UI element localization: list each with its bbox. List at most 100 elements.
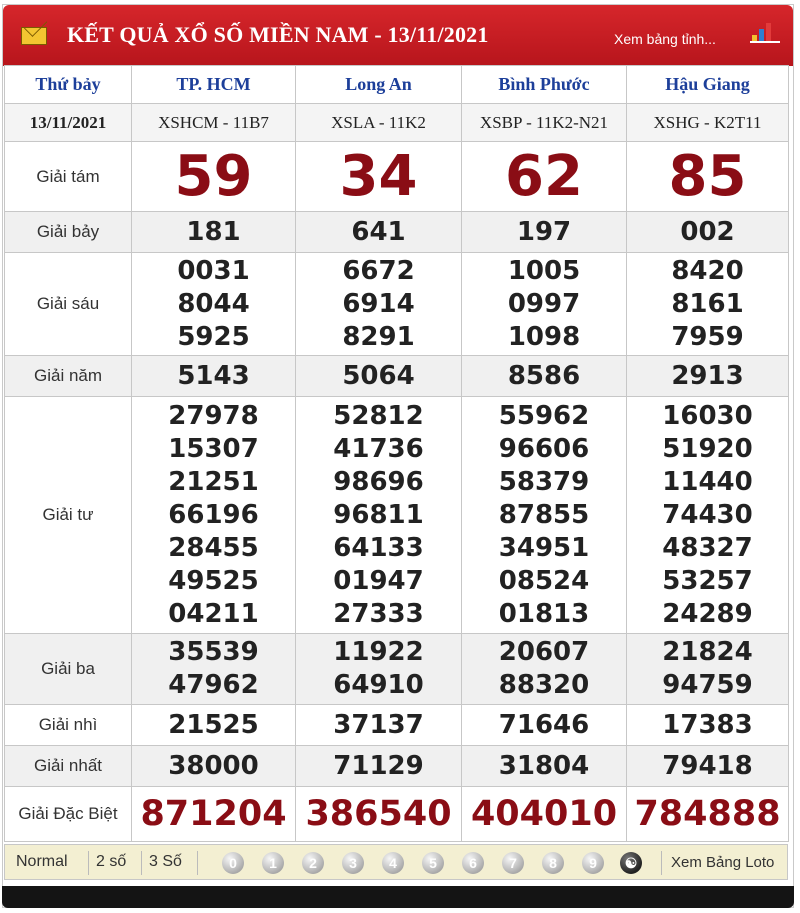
prize-number: 53257 — [662, 565, 753, 596]
prize-number: 5925 — [177, 321, 250, 352]
prize-number: 71646 — [461, 704, 627, 746]
bar-chart-icon[interactable] — [750, 23, 780, 43]
prize-number: 01947 — [333, 565, 424, 596]
divider — [141, 851, 142, 875]
two-digit-option[interactable]: 2 số — [96, 853, 126, 871]
province-code: XSLA - 11K2 — [295, 103, 462, 142]
prize-number: 8420 — [671, 255, 744, 286]
prize-row-3: Giải ba 35539 47962 11922 64910 20607 88320… — [4, 633, 789, 705]
prize-number: 49525 — [168, 565, 259, 596]
prize-number: 11922 — [333, 637, 424, 667]
prize-number: 37137 — [295, 704, 462, 746]
prize-row-4: Giải tư 27978 15307 21251 66196 28455 49525 04… — [4, 396, 789, 634]
province-name[interactable]: TP. HCM — [131, 65, 296, 104]
province-table-link[interactable]: Xem bảng tỉnh... — [614, 31, 716, 47]
prize-number: 71129 — [295, 745, 462, 787]
digit-filter-5[interactable]: 5 — [422, 852, 444, 874]
prize-number: 64133 — [333, 532, 424, 563]
prize-number: 28455 — [168, 532, 259, 563]
prize-number: 8044 — [177, 288, 250, 319]
divider — [88, 851, 89, 875]
prize-number: 20607 — [498, 637, 590, 667]
prize-number: 27333 — [333, 598, 424, 629]
digit-filter-9[interactable]: 9 — [582, 852, 604, 874]
loto-table-link[interactable]: Xem Bảng Loto — [671, 854, 774, 871]
prize-number: 1005 — [507, 255, 581, 286]
prize-number: 5143 — [131, 355, 296, 397]
normal-option[interactable]: Normal — [16, 853, 68, 871]
province-name[interactable]: Hậu Giang — [626, 65, 789, 104]
province-name[interactable]: Long An — [295, 65, 462, 104]
prize-number: 94759 — [662, 670, 753, 700]
prize-number: 11440 — [662, 466, 753, 497]
digit-filter-6[interactable]: 6 — [462, 852, 484, 874]
digit-filter-1[interactable]: 1 — [262, 852, 284, 874]
prize-number: 52812 — [333, 400, 424, 431]
province-name[interactable]: Bình Phước — [461, 65, 627, 104]
prize-label: Giải Đặc Biệt — [4, 786, 132, 842]
prize-number: 21824 — [662, 637, 753, 667]
prize-number: 35539 — [168, 637, 259, 667]
prize-number: 55962 — [498, 400, 590, 431]
prize-number: 48327 — [662, 532, 753, 563]
prize-number: 51920 — [662, 433, 753, 464]
prize-number: 01813 — [498, 598, 590, 629]
prize-number: 87855 — [498, 499, 590, 530]
digit-filter-3[interactable]: 3 — [342, 852, 364, 874]
prize-number: 47962 — [168, 670, 259, 700]
prize-number: 66196 — [168, 499, 259, 530]
prize-number: 98696 — [333, 466, 424, 497]
prize-row-8: Giải tám 59 34 62 85 — [4, 141, 789, 212]
prize-number: 2913 — [626, 355, 789, 397]
prize-label: Giải nhất — [4, 745, 132, 787]
prize-number: 21251 — [168, 466, 259, 497]
prize-label: Giải năm — [4, 355, 132, 397]
prize-label: Giải ba — [4, 633, 132, 705]
prize-number: 8161 — [671, 288, 744, 319]
prize-label: Giải tám — [4, 141, 132, 212]
prize-label: Giải tư — [4, 396, 132, 634]
prize-number: 74430 — [662, 499, 753, 530]
prize-number: 0997 — [507, 288, 581, 319]
prize-row-6: Giải sáu 0031 8044 5925 6672 6914 8291 1005 0… — [4, 252, 789, 356]
prize-number: 59 — [131, 141, 296, 212]
special-prize-number: 404010 — [461, 786, 627, 842]
prize-number: 34 — [295, 141, 462, 212]
prize-number: 002 — [626, 211, 789, 253]
prize-number: 21525 — [131, 704, 296, 746]
prize-row-1: Giải nhất 38000 71129 31804 79418 — [4, 745, 789, 787]
prize-number: 15307 — [168, 433, 259, 464]
prize-number: 62 — [461, 141, 627, 212]
yin-yang-icon[interactable]: ☯ — [620, 852, 642, 874]
prize-number: 96606 — [498, 433, 590, 464]
digit-filter-2[interactable]: 2 — [302, 852, 324, 874]
prize-number: 6914 — [342, 288, 415, 319]
prize-number: 16030 — [662, 400, 753, 431]
prize-number: 96811 — [333, 499, 424, 530]
prize-number: 641 — [295, 211, 462, 253]
prize-row-7: Giải bảy 181 641 197 002 — [4, 211, 789, 253]
digit-filter-4[interactable]: 4 — [382, 852, 404, 874]
prize-number: 5064 — [295, 355, 462, 397]
three-digit-option[interactable]: 3 Số — [149, 853, 182, 871]
digit-filter-8[interactable]: 8 — [542, 852, 564, 874]
prize-number: 08524 — [498, 565, 590, 596]
special-prize-number: 871204 — [131, 786, 296, 842]
prize-number: 85 — [626, 141, 789, 212]
display-options-bar: Normal 2 số 3 Số 0 1 2 3 4 5 6 7 8 9 ☯ X… — [4, 844, 788, 880]
divider — [661, 851, 662, 875]
province-header-row: Thứ bảy TP. HCM Long An Bình Phước Hậu G… — [4, 65, 789, 104]
prize-number: 88320 — [498, 670, 590, 700]
prize-number: 1098 — [507, 321, 581, 352]
digit-filter-0[interactable]: 0 — [222, 852, 244, 874]
prize-label: Giải nhì — [4, 704, 132, 746]
prize-number: 34951 — [498, 532, 590, 563]
prize-number: 17383 — [626, 704, 789, 746]
prize-number: 64910 — [333, 670, 424, 700]
panel-title: KẾT QUẢ XỔ SỐ MIỀN NAM - 13/11/2021 — [67, 22, 489, 47]
special-prize-number: 784888 — [626, 786, 789, 842]
prize-number: 7959 — [671, 321, 744, 352]
prize-number: 0031 — [177, 255, 250, 286]
prize-number: 79418 — [626, 745, 789, 787]
digit-filter-7[interactable]: 7 — [502, 852, 524, 874]
